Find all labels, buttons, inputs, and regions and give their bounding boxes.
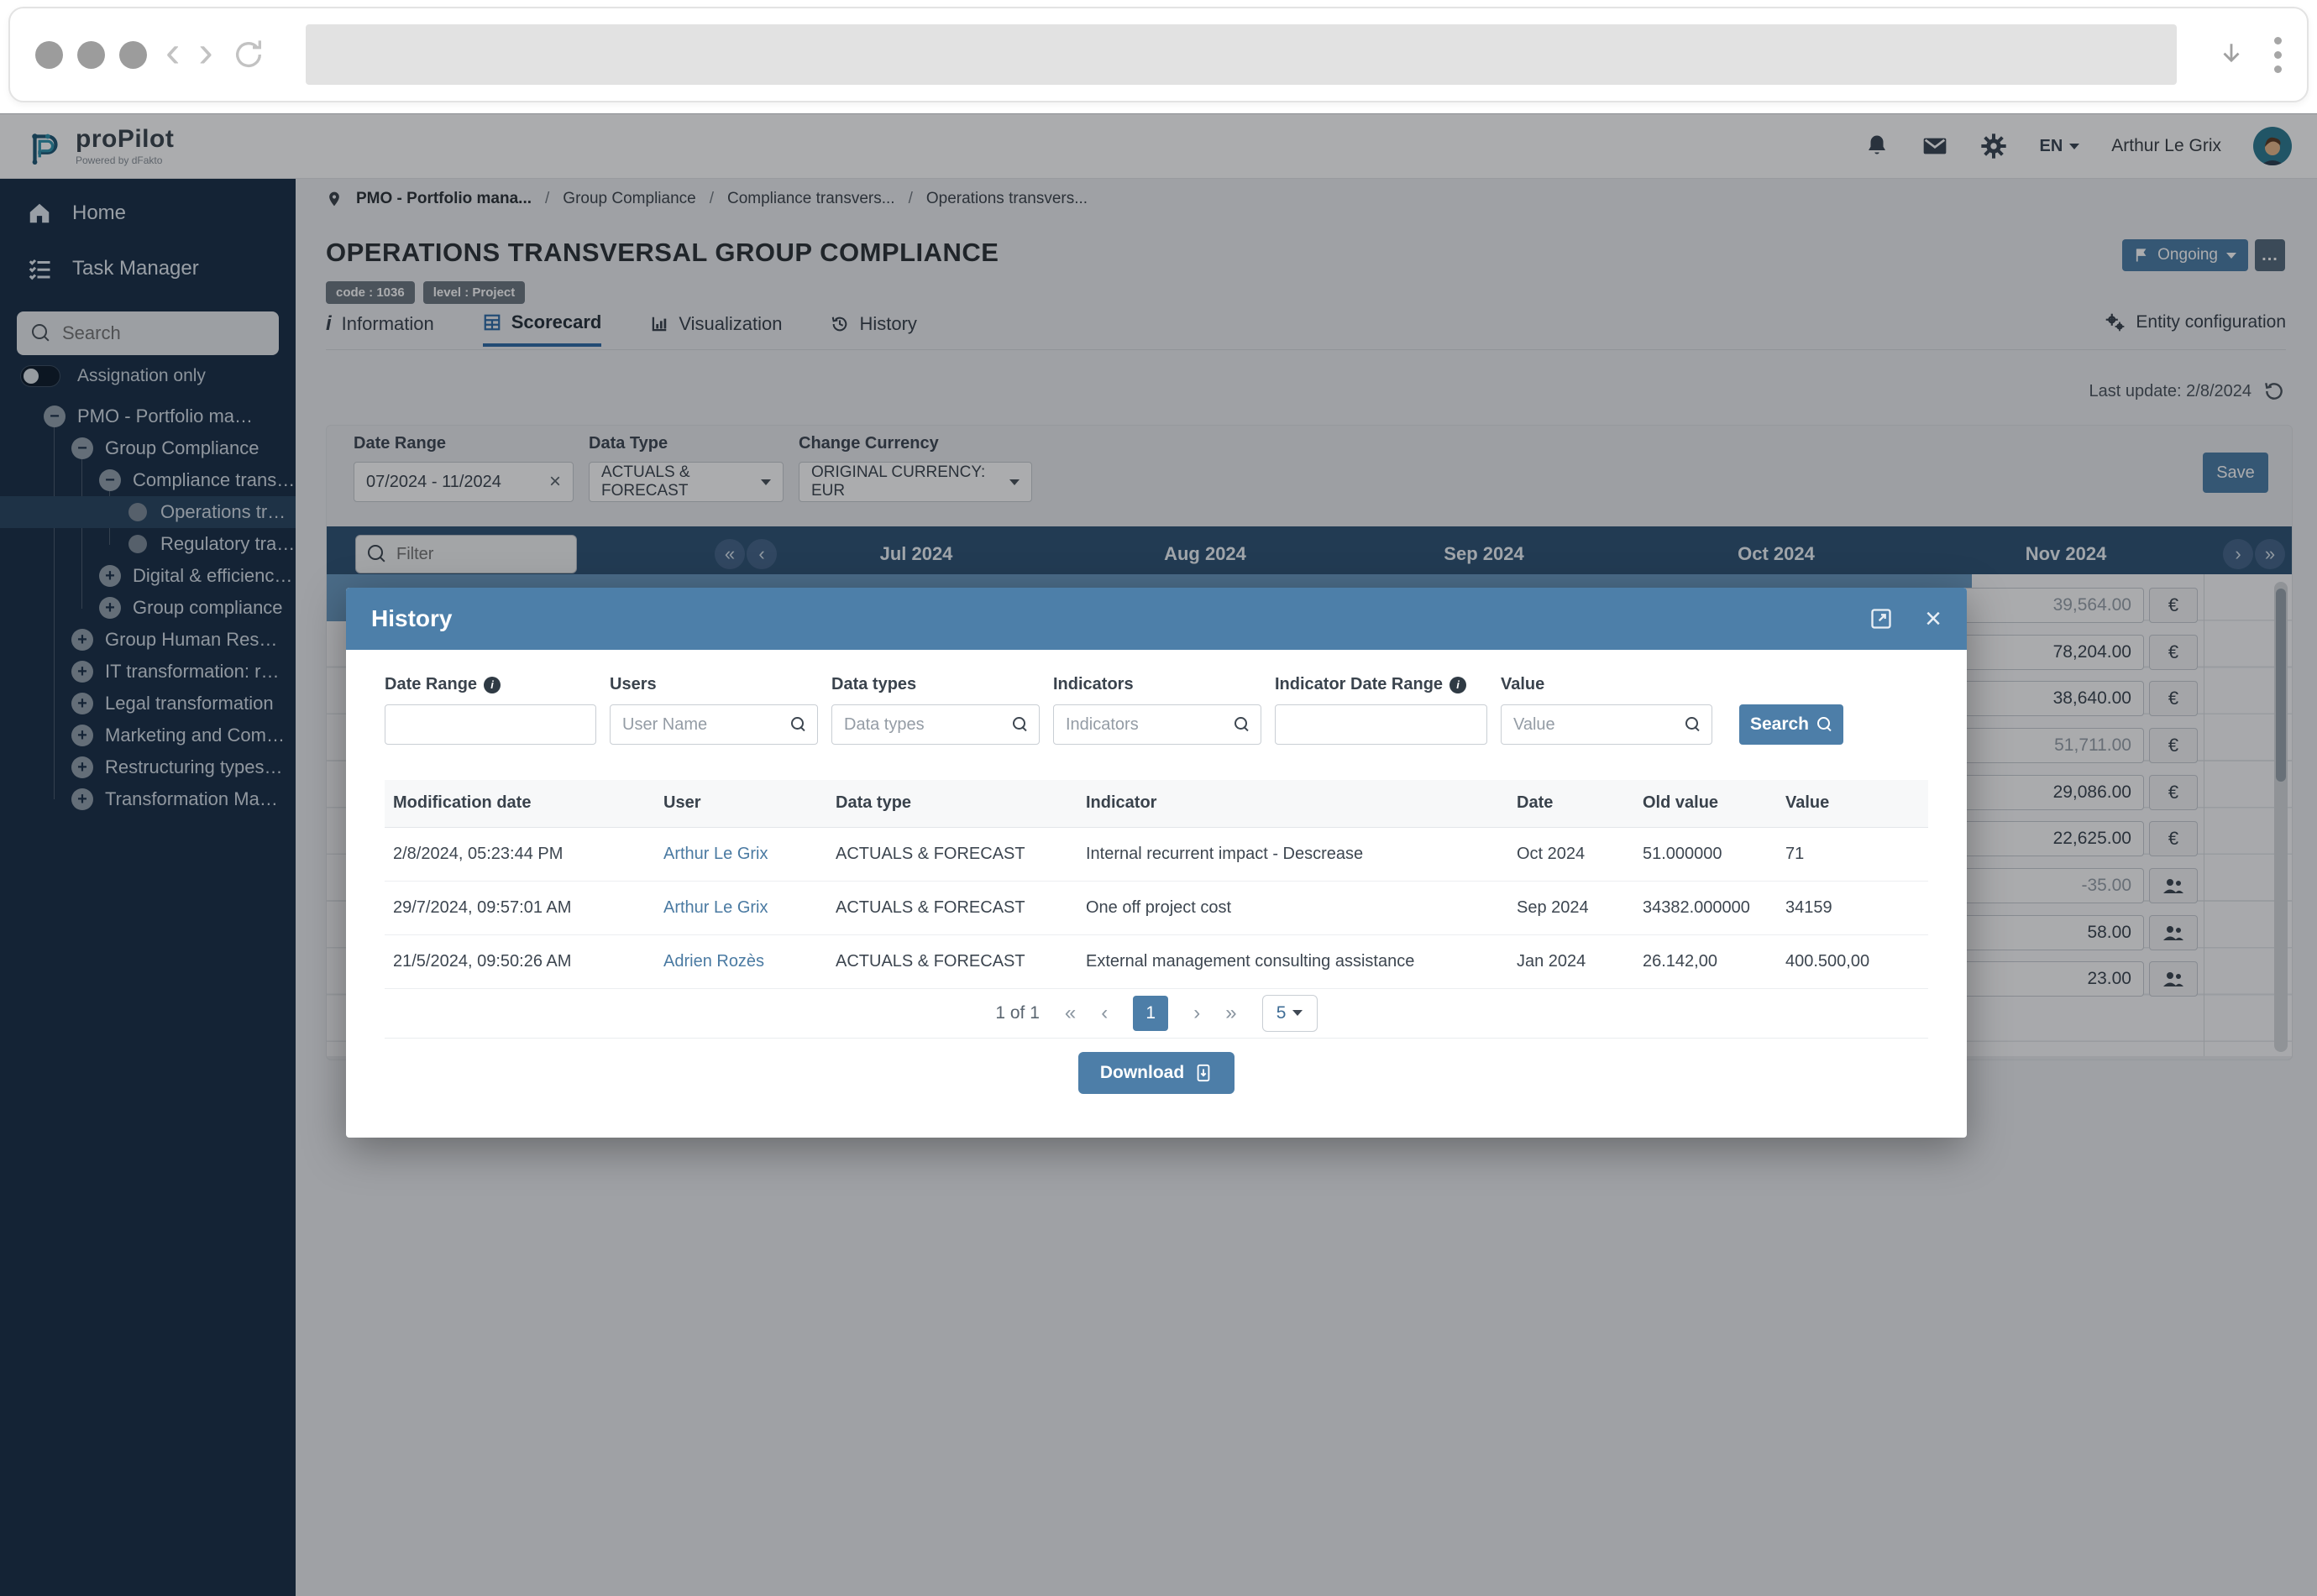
download-file-icon xyxy=(1194,1064,1213,1082)
current-page-button[interactable]: 1 xyxy=(1133,995,1169,1031)
chevron-down-icon xyxy=(1292,1010,1303,1016)
cell-indicator: External management consulting assistanc… xyxy=(1077,934,1508,989)
cell-old-value: 34382.000000 xyxy=(1634,881,1777,935)
cell-old-value: 51.000000 xyxy=(1634,827,1777,882)
info-icon[interactable]: i xyxy=(484,676,501,693)
cell-indicator: One off project cost xyxy=(1077,881,1508,935)
history-filter-form: Date Rangei Users Data types Indicators xyxy=(385,675,1928,745)
search-icon xyxy=(791,717,806,732)
col-value[interactable]: Value xyxy=(1777,780,1928,828)
window-controls[interactable] xyxy=(35,40,147,69)
cell-modification-date: 21/5/2024, 09:50:26 AM xyxy=(385,934,655,989)
cell-indicator: Internal recurrent impact - Descrease xyxy=(1077,827,1508,882)
col-old-value[interactable]: Old value xyxy=(1634,780,1777,828)
field-label-users: Users xyxy=(610,675,657,693)
table-row: 29/7/2024, 09:57:01 AM Arthur Le Grix AC… xyxy=(385,881,1928,935)
history-indicators-input[interactable] xyxy=(1053,704,1261,745)
table-row: 21/5/2024, 09:50:26 AM Adrien Rozès ACTU… xyxy=(385,934,1928,989)
history-data-types-input[interactable] xyxy=(831,704,1040,745)
search-icon xyxy=(1235,717,1250,732)
col-modification-date[interactable]: Modification date xyxy=(385,780,655,828)
history-modal: History × Date Range i Users User Name D… xyxy=(346,588,1967,1138)
field-label-value: Value xyxy=(1501,675,1545,693)
modal-header: History × xyxy=(346,588,1967,650)
history-date-range-input[interactable] xyxy=(385,704,596,745)
field-label-indicators: Indicators xyxy=(1053,675,1134,693)
cell-user-link[interactable]: Arthur Le Grix xyxy=(655,881,827,935)
pagination-summary: 1 of 1 xyxy=(995,1002,1040,1023)
first-page-icon[interactable]: « xyxy=(1065,1002,1076,1023)
field-label-date-range: Date Range i xyxy=(385,675,596,694)
last-page-icon[interactable]: » xyxy=(1225,1002,1236,1023)
search-button[interactable]: Search xyxy=(1739,704,1843,745)
back-icon[interactable]: ‹ xyxy=(165,30,180,74)
history-value-input[interactable] xyxy=(1501,704,1712,745)
browser-menu-icon[interactable] xyxy=(2274,36,2282,73)
next-page-icon[interactable]: › xyxy=(1193,1002,1200,1023)
prev-page-icon[interactable]: ‹ xyxy=(1101,1002,1108,1023)
window-dot[interactable] xyxy=(35,40,63,69)
cell-value: 34159 xyxy=(1777,881,1928,935)
cell-old-value: 26.142,00 xyxy=(1634,934,1777,989)
reload-icon[interactable] xyxy=(232,38,265,71)
history-table: Modification date User Data type Indicat… xyxy=(385,780,1928,989)
forward-icon[interactable]: › xyxy=(198,30,212,74)
cell-data-type: ACTUALS & FORECAST xyxy=(827,827,1077,882)
page-size-value: 5 xyxy=(1276,1002,1287,1023)
cell-modification-date: 2/8/2024, 05:23:44 PM xyxy=(385,827,655,882)
expand-icon[interactable] xyxy=(1869,607,1893,631)
search-icon xyxy=(1817,717,1832,732)
search-icon xyxy=(1013,717,1028,732)
col-indicator[interactable]: Indicator xyxy=(1077,780,1508,828)
browser-url-bar[interactable] xyxy=(305,24,2177,85)
cell-date: Jan 2024 xyxy=(1508,934,1634,989)
cell-data-type: ACTUALS & FORECAST xyxy=(827,881,1077,935)
cell-user-link[interactable]: Arthur Le Grix xyxy=(655,827,827,882)
search-icon xyxy=(1685,717,1701,732)
modal-title: History xyxy=(371,605,453,631)
table-row: 2/8/2024, 05:23:44 PM Arthur Le Grix ACT… xyxy=(385,827,1928,882)
browser-chrome: ‹ › xyxy=(8,7,2309,102)
screenshot-root: ‹ › proPilot Powered by dFakto EN Arthur… xyxy=(0,0,2317,1596)
cell-date: Oct 2024 xyxy=(1508,827,1634,882)
cell-value: 400.500,00 xyxy=(1777,934,1928,989)
cell-user-link[interactable]: Adrien Rozès xyxy=(655,934,827,989)
close-icon[interactable]: × xyxy=(1925,604,1942,633)
cell-modification-date: 29/7/2024, 09:57:01 AM xyxy=(385,881,655,935)
cell-data-type: ACTUALS & FORECAST xyxy=(827,934,1077,989)
download-page-icon[interactable] xyxy=(2217,40,2246,69)
window-dot[interactable] xyxy=(77,40,105,69)
history-indicator-date-range-input[interactable] xyxy=(1275,704,1487,745)
page-size-select[interactable]: 5 xyxy=(1261,994,1318,1032)
cell-value: 71 xyxy=(1777,827,1928,882)
field-label-indicator-date-range: Indicator Date Range i xyxy=(1275,675,1487,694)
download-button[interactable]: Download xyxy=(1077,1051,1235,1094)
col-date[interactable]: Date xyxy=(1508,780,1634,828)
col-data-type[interactable]: Data type xyxy=(827,780,1077,828)
table-header-row: Modification date User Data type Indicat… xyxy=(385,780,1928,828)
col-user[interactable]: User xyxy=(655,780,827,828)
cell-date: Sep 2024 xyxy=(1508,881,1634,935)
field-label-data-types: Data types xyxy=(831,675,917,693)
window-dot[interactable] xyxy=(119,40,147,69)
pagination: 1 of 1 « ‹ 1 › » 5 xyxy=(385,989,1928,1038)
info-icon[interactable]: i xyxy=(1449,676,1467,693)
history-users-input[interactable] xyxy=(610,704,818,745)
